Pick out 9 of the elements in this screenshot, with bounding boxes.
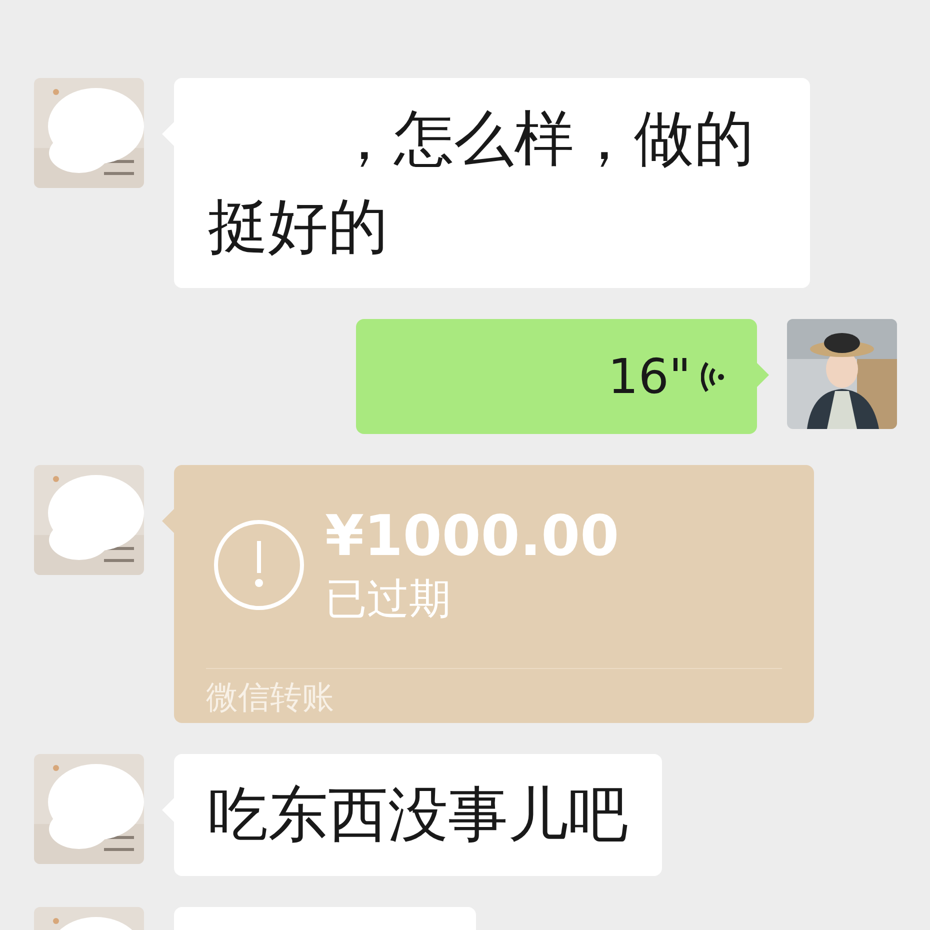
voice-message[interactable]: 16" [356, 319, 757, 434]
bubble-tail [757, 363, 769, 387]
bubble-tail [162, 509, 174, 533]
voice-icon [701, 360, 727, 394]
message-text: 吃东西没事儿吧 [208, 779, 628, 852]
alert-icon [213, 519, 305, 611]
message-text: ，怎么样，做的挺好的 [208, 103, 755, 264]
transfer-amount: ¥1000.00 [325, 507, 620, 567]
transfer-status: 已过期 [325, 573, 452, 625]
